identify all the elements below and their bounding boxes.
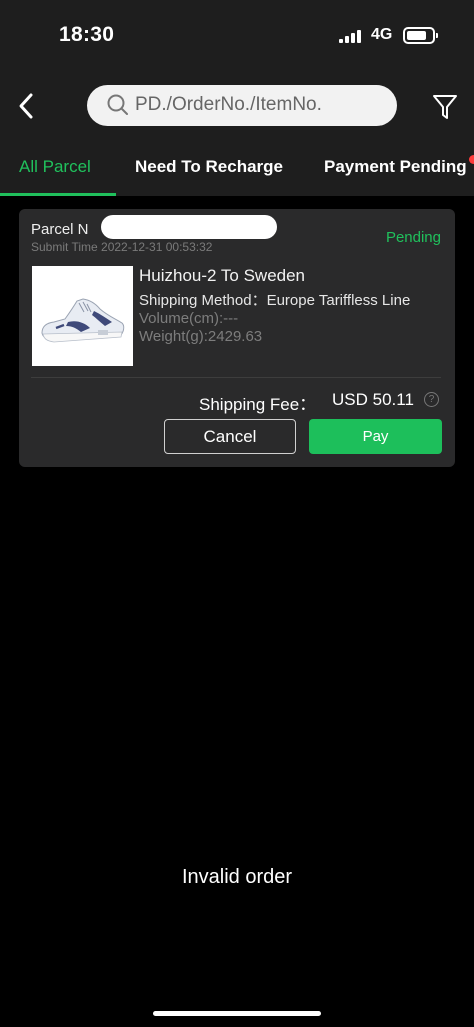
status-badge: Pending: [385, 229, 441, 246]
filter-button[interactable]: [432, 93, 458, 121]
submit-time: Submit Time 2022-12-31 00:53:32: [31, 240, 213, 254]
network-type: 4G: [371, 26, 393, 43]
app-header: 18:30 4G PD./OrderNo./ItemNo. All Parcel…: [0, 0, 474, 196]
product-thumbnail[interactable]: [32, 266, 133, 366]
sneaker-image: [41, 298, 125, 343]
search-input[interactable]: PD./OrderNo./ItemNo.: [87, 85, 397, 126]
pay-button[interactable]: Pay: [309, 419, 442, 454]
tab-all-parcel[interactable]: All Parcel: [19, 157, 91, 177]
chevron-left-icon: [19, 93, 33, 119]
parcel-weight: Weight(g):2429.63: [139, 328, 263, 345]
search-placeholder: PD./OrderNo./ItemNo.: [135, 94, 322, 115]
battery-icon: [403, 27, 438, 44]
tab-need-to-recharge[interactable]: Need To Recharge: [135, 157, 283, 177]
parcel-card: Parcel N Submit Time 2022-12-31 00:53:32…: [19, 209, 455, 467]
search-icon: [107, 94, 128, 115]
tab-payment-pending[interactable]: Payment Pending: [324, 157, 467, 177]
help-icon[interactable]: ?: [424, 392, 439, 407]
back-button[interactable]: [14, 90, 42, 122]
status-time: 18:30: [59, 23, 115, 46]
active-tab-indicator: [0, 193, 116, 196]
parcel-number-label: Parcel N: [31, 221, 89, 238]
card-divider: [31, 377, 441, 378]
shipping-fee-label: Shipping Fee：: [199, 395, 317, 414]
cancel-button[interactable]: Cancel: [164, 419, 296, 454]
parcel-volume: Volume(cm):---: [139, 310, 239, 327]
filter-icon: [433, 95, 457, 119]
caption-text: Invalid order: [181, 866, 293, 888]
shipping-fee-value: USD 50.11: [332, 390, 414, 409]
redaction-mark: [101, 215, 277, 239]
status-bar: 18:30 4G: [0, 0, 474, 72]
shipping-method: Shipping Method：Europe Tariffless Line: [139, 292, 411, 309]
parcel-route: Huizhou-2 To Sweden: [139, 266, 306, 285]
home-indicator[interactable]: [153, 1011, 321, 1016]
notification-dot: [469, 155, 474, 164]
signal-icon: [339, 29, 361, 43]
